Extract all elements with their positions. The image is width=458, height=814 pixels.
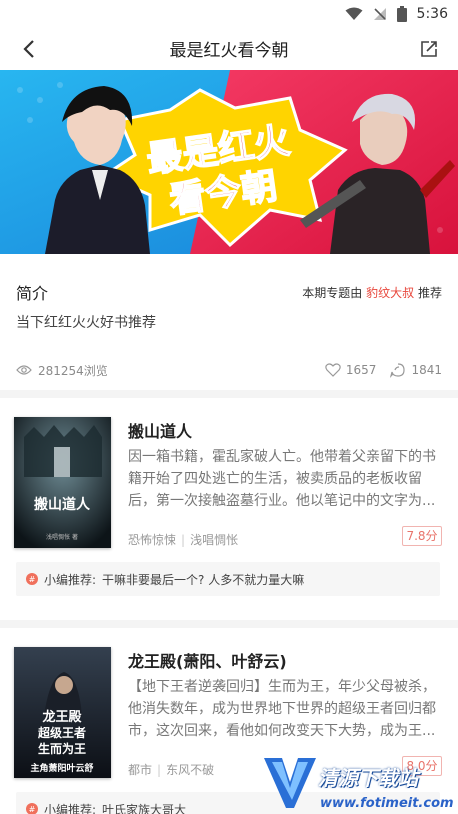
share-icon (421, 41, 437, 57)
editor-label: 小编推荐: (44, 802, 97, 814)
book-score: 7.8分 (402, 526, 442, 546)
like-button[interactable]: 1657 (325, 363, 377, 377)
cover-author: 浅唱惆怅 著 (46, 533, 78, 541)
watermark-title: 清源下载站 (318, 766, 418, 790)
share-button[interactable] (414, 34, 444, 64)
recommend-author-link[interactable]: 豹纹大叔 (366, 286, 414, 300)
book-title[interactable]: 搬山道人 (128, 418, 192, 442)
book-author[interactable]: 浅唱惆怅 (190, 533, 238, 547)
banner-art: 最是红火 看今朝 (0, 70, 458, 254)
cover-art: 搬山道人 浅唱惆怅 著 (14, 417, 111, 548)
watermark-logo-icon (264, 758, 316, 808)
heart-icon (325, 363, 341, 377)
site-watermark: 清源下载站 www.fotimeit.com (260, 748, 454, 814)
status-bar: 5:36 (0, 0, 458, 28)
editor-recommendation: # 小编推荐: 干嘛非要最后一个? 人多不就力量大嘛 (16, 562, 440, 596)
recommend-suffix: 推荐 (417, 286, 442, 300)
status-time: 5:36 (416, 6, 448, 22)
editor-badge-icon: # (26, 803, 38, 814)
book-cover[interactable]: 龙王殿 超级王者 生而为王 主角萧阳叶云舒 (14, 647, 111, 778)
view-count-text: 281254浏览 (38, 363, 108, 378)
book-category[interactable]: 恐怖惊悚 (128, 533, 176, 547)
book-cover[interactable]: 搬山道人 浅唱惆怅 著 (14, 417, 111, 548)
battery-icon (396, 6, 407, 22)
section-divider (0, 620, 458, 628)
view-count: 281254浏览 (16, 362, 108, 379)
section-divider (0, 390, 458, 398)
cover-line1: 龙王殿 (42, 709, 82, 725)
watermark-url: www.fotimeit.com (320, 796, 454, 811)
editor-badge-icon: # (26, 573, 38, 585)
status-icons: 5:36 (345, 5, 448, 23)
nav-bar: 最是红火看今朝 (0, 28, 458, 70)
book-author[interactable]: 东风不破 (166, 763, 214, 777)
tag-separator: | (157, 763, 162, 777)
book-description: 因一箱书籍，霍乱家破人亡。他带着父亲留下的书籍开始了四处逃亡的生活，被卖质品的老… (128, 449, 436, 509)
book-description: 【地下王者逆袭回归】生而为王，年少父母被杀，他消失数年，成为世界地下世界的超级王… (128, 679, 436, 739)
recommend-prefix: 本期专题由 (302, 286, 363, 300)
like-count: 1657 (345, 363, 377, 377)
cover-art: 龙王殿 超级王者 生而为王 主角萧阳叶云舒 (14, 647, 111, 778)
wifi-icon (345, 7, 363, 20)
cover-line4: 主角萧阳叶云舒 (30, 762, 93, 774)
comment-button[interactable]: 1841 (390, 362, 442, 378)
comment-icon (390, 363, 406, 378)
topic-intro: 简介 本期专题由 豹纹大叔 推荐 当下红红火火好书推荐 281254浏览 165… (0, 254, 458, 390)
cover-title: 搬山道人 (34, 496, 91, 513)
cover-line2: 超级王者 (37, 725, 86, 740)
no-signal-icon (373, 8, 386, 20)
book-tags: 都市 | 东风不破 (128, 761, 214, 778)
editor-comment: 叶氏家族大哥大 (102, 802, 187, 814)
editor-label: 小编推荐: (44, 572, 97, 587)
book-title[interactable]: 龙王殿(萧阳、叶舒云) (128, 648, 287, 672)
intro-stats: 281254浏览 1657 1841 (16, 360, 442, 380)
cover-line3: 生而为王 (38, 741, 86, 756)
intro-description: 当下红红火火好书推荐 (16, 315, 156, 331)
book-category[interactable]: 都市 (128, 763, 152, 777)
recommend-credit: 本期专题由 豹纹大叔 推荐 (302, 284, 442, 301)
comment-count: 1841 (411, 363, 442, 377)
topic-banner: 最是红火 看今朝 (0, 70, 458, 254)
editor-comment: 干嘛非要最后一个? 人多不就力量大嘛 (102, 572, 305, 587)
eye-icon (16, 365, 32, 375)
book-card[interactable]: 搬山道人 浅唱惆怅 著 搬山道人 因一箱书籍，霍乱家破人亡。他带着父亲留下的书籍… (0, 398, 458, 620)
book-tags: 恐怖惊悚 | 浅唱惆怅 (128, 531, 238, 548)
intro-heading: 简介 (16, 284, 49, 303)
page-title: 最是红火看今朝 (169, 41, 289, 61)
tag-separator: | (181, 533, 186, 547)
